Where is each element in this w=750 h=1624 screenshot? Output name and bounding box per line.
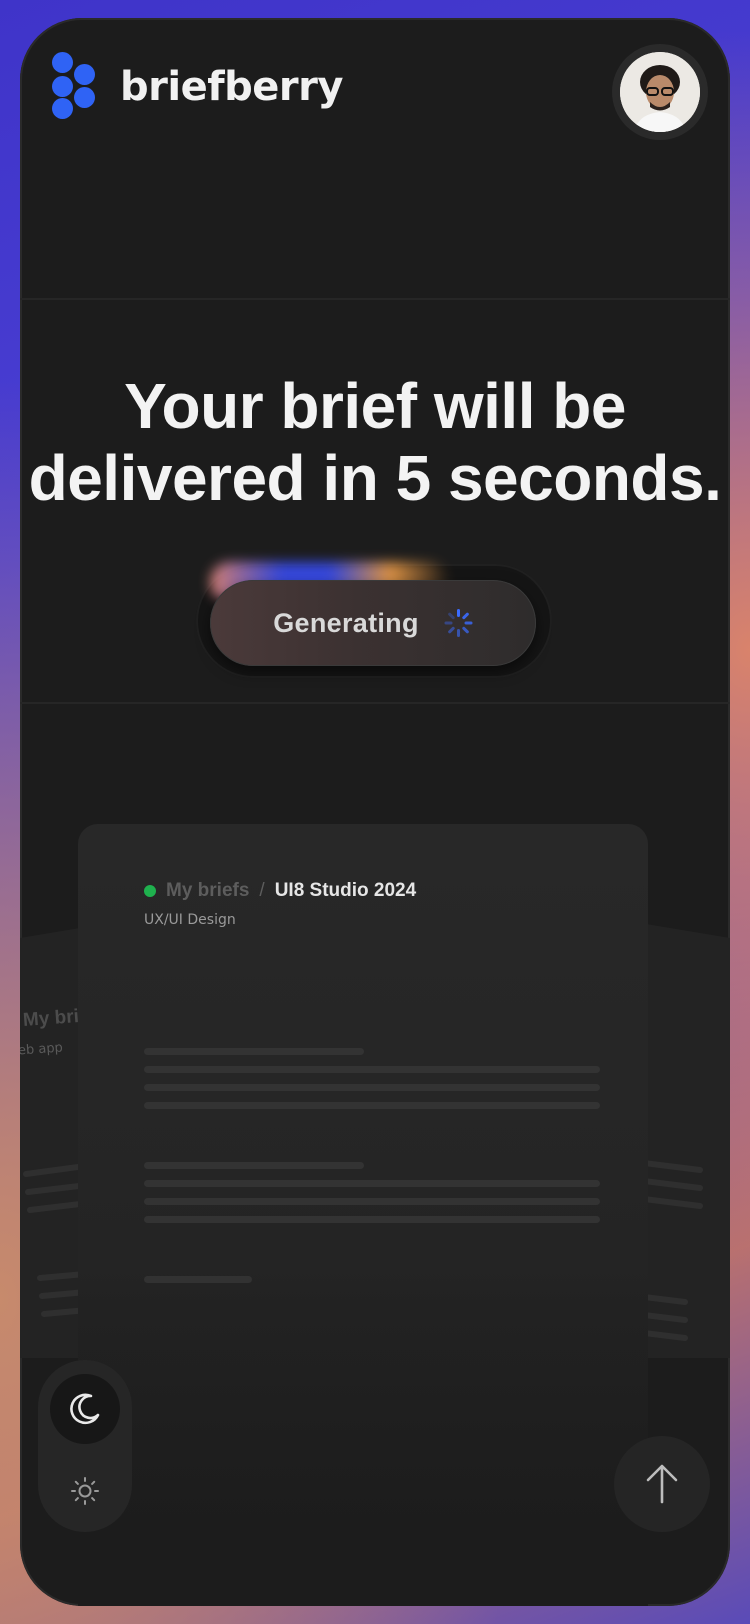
title-line-1: Your brief will be bbox=[124, 370, 626, 442]
page-title: Your brief will be delivered in 5 second… bbox=[20, 370, 730, 514]
peek-card-title: My bri bbox=[22, 1006, 80, 1031]
peek-card-subtitle: eb app bbox=[20, 1040, 64, 1059]
generating-label: Generating bbox=[273, 607, 419, 638]
card-fade bbox=[78, 1264, 648, 1606]
skeleton-line bbox=[144, 1216, 600, 1223]
user-portrait-icon bbox=[620, 52, 700, 132]
logo-dots-icon bbox=[52, 52, 98, 122]
brand-logo[interactable]: briefberry bbox=[52, 52, 343, 122]
header: briefberry bbox=[20, 18, 730, 308]
breadcrumb-parent[interactable]: My briefs bbox=[166, 880, 249, 902]
scroll-to-top-button[interactable] bbox=[614, 1436, 710, 1532]
skeleton-line bbox=[144, 1198, 600, 1205]
skeleton-line bbox=[144, 1180, 600, 1187]
divider-top bbox=[20, 298, 730, 300]
theme-toggle bbox=[38, 1360, 132, 1532]
avatar-button[interactable] bbox=[612, 44, 708, 140]
skeleton-line bbox=[144, 1066, 600, 1073]
brief-subtitle: UX/UI Design bbox=[144, 912, 236, 928]
generating-button[interactable]: Generating bbox=[210, 580, 536, 666]
moon-icon bbox=[70, 1393, 100, 1425]
arrow-up-icon bbox=[646, 1464, 678, 1504]
brand-name: briefberry bbox=[120, 64, 343, 110]
skeleton-line bbox=[144, 1102, 600, 1109]
spinner-icon bbox=[444, 609, 473, 637]
breadcrumb-current: UI8 Studio 2024 bbox=[274, 880, 417, 901]
brief-preview-card: My briefs / UI8 Studio 2024 UX/UI Design bbox=[78, 824, 648, 1606]
skeleton-line bbox=[144, 1084, 600, 1091]
app-frame: briefberry Your brief will be delivered … bbox=[20, 18, 730, 1606]
light-mode-button[interactable] bbox=[50, 1456, 120, 1526]
avatar bbox=[620, 52, 700, 132]
breadcrumb: My briefs / UI8 Studio 2024 bbox=[144, 880, 416, 902]
skeleton-heading bbox=[144, 1162, 364, 1169]
divider-middle bbox=[20, 702, 730, 704]
skeleton-heading bbox=[144, 1048, 364, 1055]
sun-icon bbox=[71, 1477, 99, 1505]
title-line-2: delivered in 5 seconds. bbox=[28, 442, 722, 514]
breadcrumb-separator: / bbox=[259, 880, 265, 901]
status-dot bbox=[144, 885, 156, 897]
dark-mode-button[interactable] bbox=[50, 1374, 120, 1444]
